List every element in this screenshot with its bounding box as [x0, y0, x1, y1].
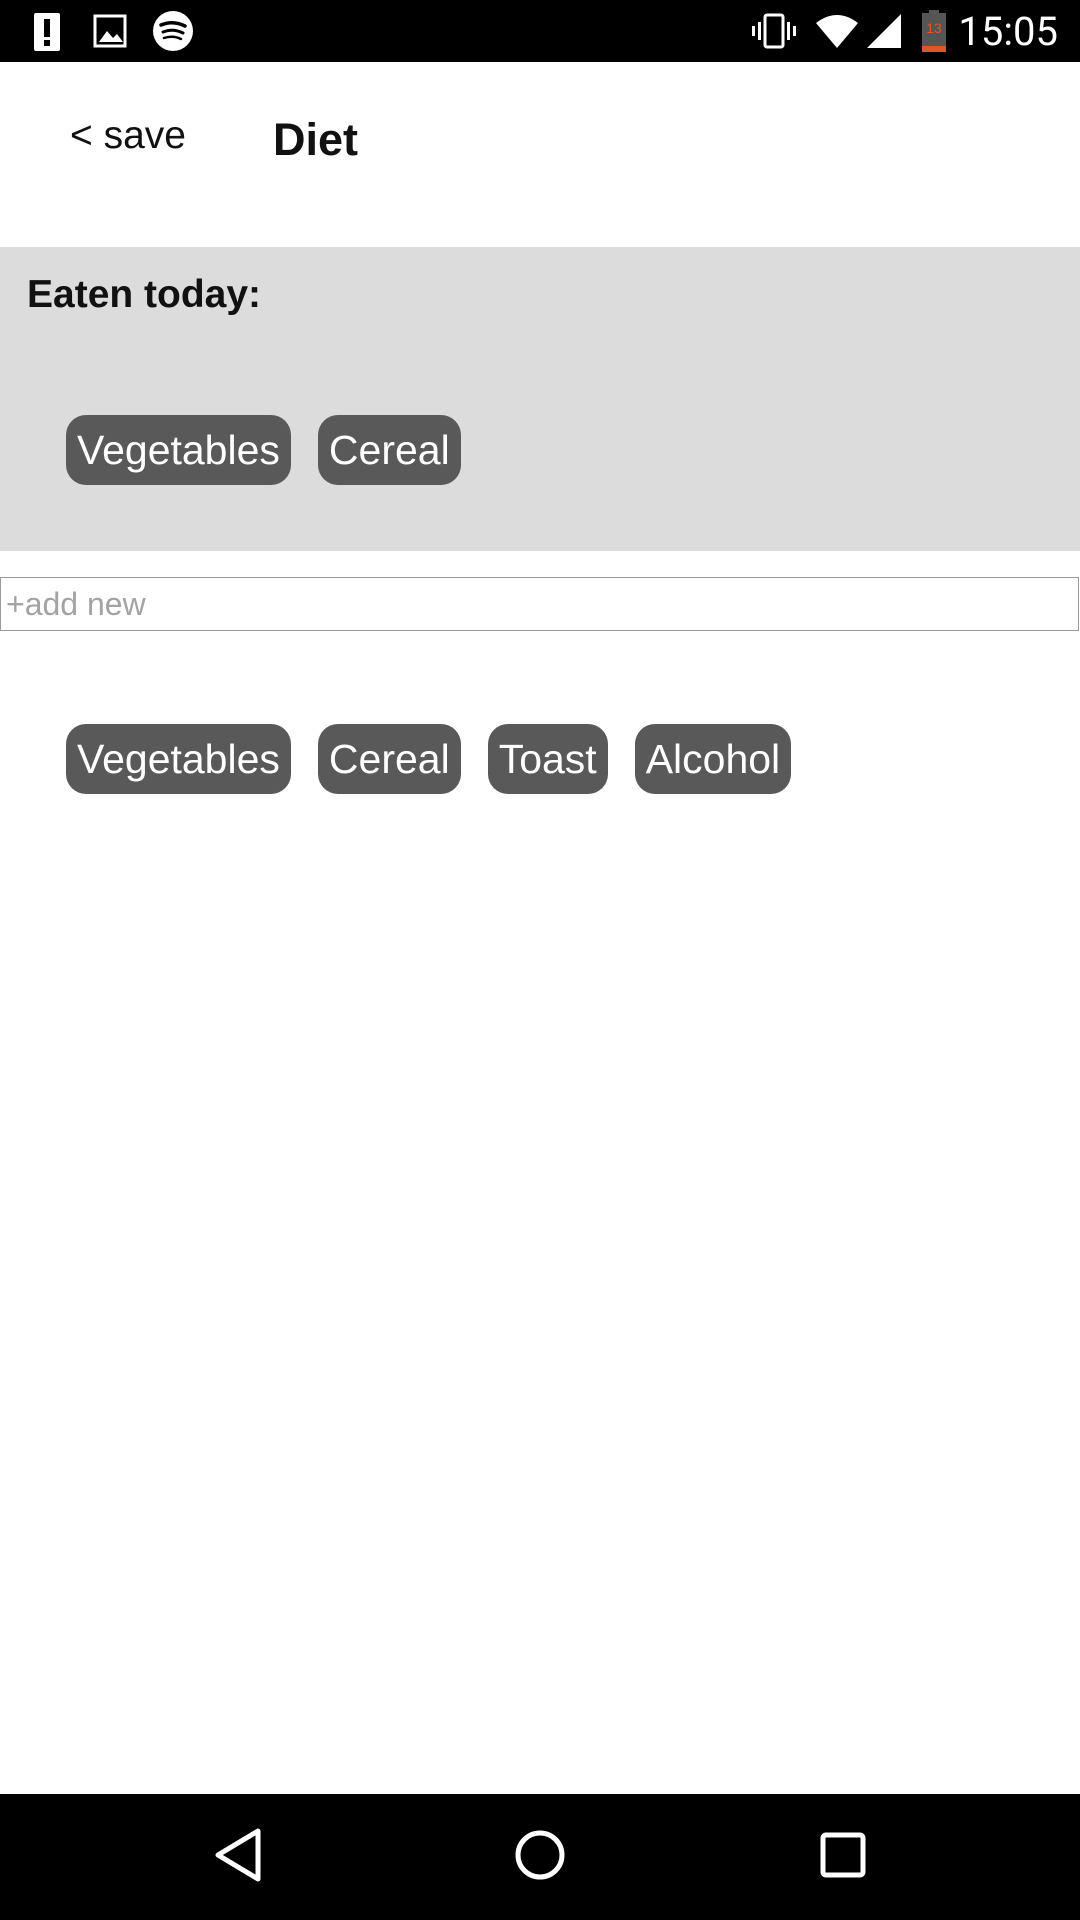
status-time: 15:05	[958, 7, 1058, 55]
nav-home-button[interactable]	[470, 1794, 610, 1920]
wifi-icon	[813, 0, 861, 62]
image-icon	[92, 0, 128, 62]
alert-icon	[32, 0, 62, 62]
screen: 13 15:05 < save Diet Eaten today: Vegeta…	[0, 0, 1080, 1920]
nav-recents-button[interactable]	[773, 1794, 913, 1920]
suggestion-chip-toast[interactable]: Toast	[487, 724, 608, 794]
suggestion-chips: Vegetables Cereal Toast Alcohol	[66, 724, 792, 794]
eaten-chip-vegetables[interactable]: Vegetables	[66, 415, 291, 485]
signal-icon	[864, 0, 904, 62]
back-icon	[214, 1828, 262, 1887]
save-back-button[interactable]: < save	[70, 114, 186, 158]
battery-level-text: 13	[926, 20, 942, 36]
page-title: Diet	[273, 114, 359, 165]
status-bar: 13 15:05	[0, 0, 1080, 62]
eaten-today-label: Eaten today:	[27, 273, 262, 316]
vibrate-icon	[750, 0, 798, 62]
home-icon	[514, 1829, 566, 1886]
add-new-input[interactable]	[0, 577, 1079, 631]
suggestion-chip-alcohol[interactable]: Alcohol	[634, 724, 792, 794]
suggestion-chip-cereal[interactable]: Cereal	[317, 724, 461, 794]
navigation-bar	[0, 1794, 1080, 1920]
recents-icon	[820, 1832, 866, 1883]
suggestion-chip-vegetables[interactable]: Vegetables	[66, 724, 291, 794]
eaten-today-chips: Vegetables Cereal	[66, 415, 461, 485]
header: < save Diet	[0, 62, 1080, 247]
spotify-icon	[151, 0, 195, 62]
eaten-today-panel: Eaten today: Vegetables Cereal	[0, 247, 1080, 551]
nav-back-button[interactable]	[168, 1794, 308, 1920]
eaten-chip-cereal[interactable]: Cereal	[317, 415, 461, 485]
battery-icon: 13	[918, 0, 950, 62]
